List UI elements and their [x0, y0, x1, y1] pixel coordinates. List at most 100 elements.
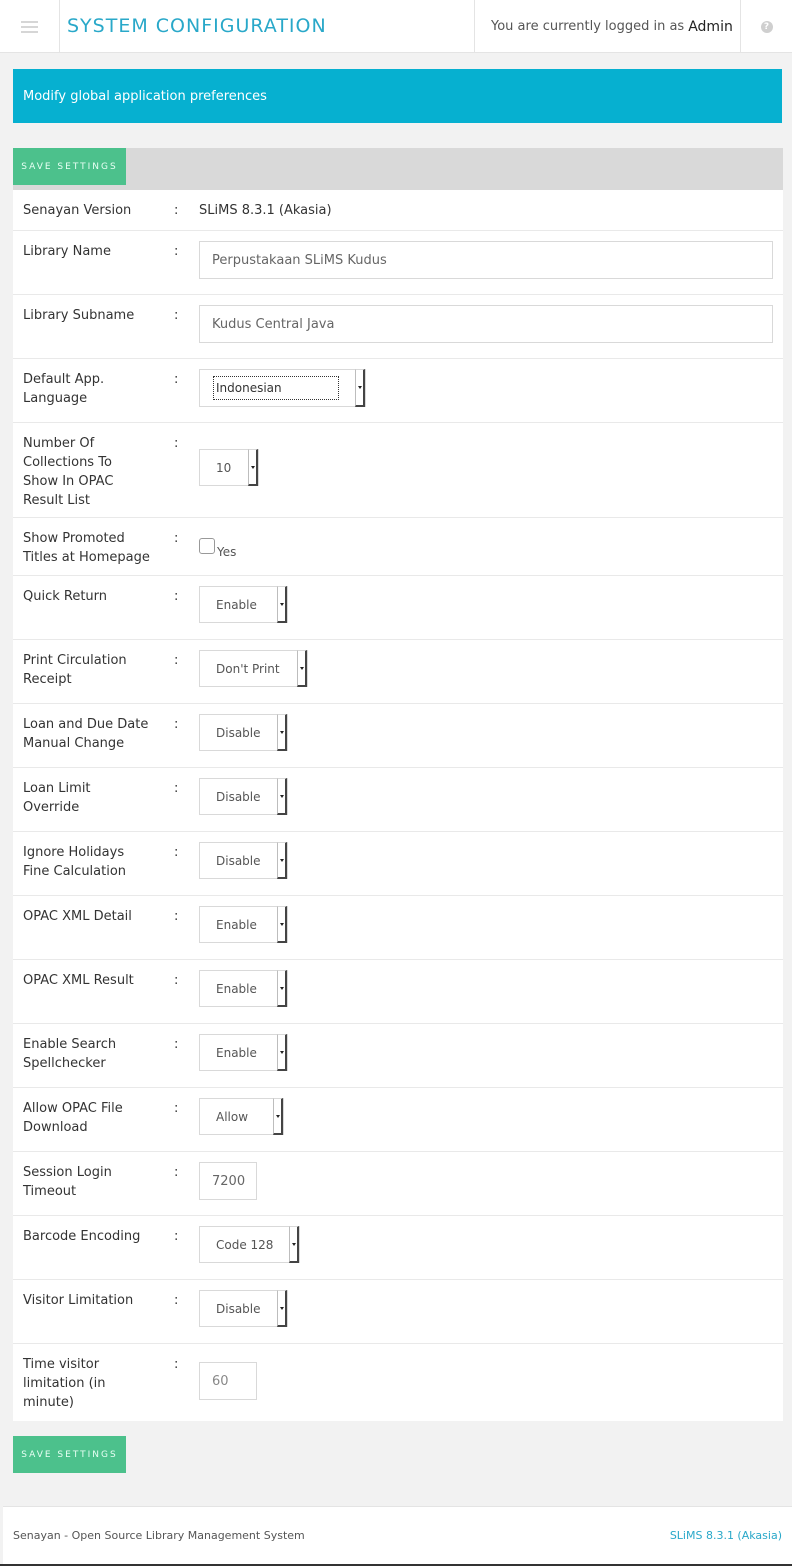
- login-status-text: You are currently logged in as: [491, 19, 685, 34]
- setting-row-print-receipt: Print Circulation Receipt : Don't Print: [13, 640, 783, 704]
- label-colon: :: [174, 845, 179, 860]
- action-toolbar: SAVE SETTINGS: [13, 148, 783, 190]
- login-status: You are currently logged in as Admin: [474, 0, 741, 53]
- setting-row-default-language: Default App. Language : Indonesian: [13, 359, 783, 423]
- label-colon: :: [174, 531, 179, 546]
- top-header: SYSTEM CONFIGURATION You are currently l…: [0, 0, 792, 53]
- setting-row-session-timeout: Session Login Timeout : 7200: [13, 1152, 783, 1216]
- select-value: Enable: [216, 597, 257, 612]
- setting-label: Quick Return: [23, 589, 108, 604]
- loan-date-change-select[interactable]: Disable: [199, 714, 288, 751]
- caret-down-icon: [273, 1098, 283, 1135]
- caret-down-icon: [289, 1226, 299, 1263]
- setting-row-visitor-limitation: Visitor Limitation : Disable: [13, 1280, 783, 1344]
- label-colon: :: [174, 203, 179, 218]
- caret-down-icon: [297, 650, 307, 687]
- setting-label: Visitor Limitation: [23, 1293, 134, 1308]
- label-colon: :: [174, 244, 179, 259]
- collections-count-select[interactable]: 10: [199, 449, 259, 486]
- setting-label: OPAC XML Detail: [23, 909, 132, 924]
- ignore-holidays-select[interactable]: Disable: [199, 842, 288, 879]
- setting-label: Ignore Holidays Fine Calculation: [23, 845, 127, 879]
- setting-label: Enable Search Spellchecker: [23, 1037, 117, 1071]
- setting-row-opac-xml-detail: OPAC XML Detail : Enable: [13, 896, 783, 960]
- select-value: Code 128: [216, 1237, 274, 1252]
- promoted-titles-checkbox[interactable]: [199, 538, 215, 554]
- setting-label: Loan and Due Date Manual Change: [23, 717, 149, 751]
- label-colon: :: [174, 308, 179, 323]
- footer-text: Senayan - Open Source Library Management…: [13, 1529, 305, 1542]
- select-value: Don't Print: [216, 661, 280, 676]
- setting-label: Library Name: [23, 244, 111, 259]
- library-subname-input[interactable]: Kudus Central Java: [199, 305, 773, 343]
- default-language-select[interactable]: Indonesian: [199, 369, 366, 407]
- setting-row-loan-limit-override: Loan Limit Override : Disable: [13, 768, 783, 832]
- help-button[interactable]: ?: [741, 0, 792, 53]
- setting-row-quick-return: Quick Return : Enable: [13, 576, 783, 640]
- settings-form: Senayan Version : SLiMS 8.3.1 (Akasia) L…: [13, 190, 783, 1421]
- label-colon: :: [174, 1357, 179, 1372]
- setting-label: Default App. Language: [23, 372, 105, 406]
- caret-down-icon: [277, 778, 287, 815]
- caret-down-icon: [277, 970, 287, 1007]
- setting-row-collections-count: Number Of Collections To Show In OPAC Re…: [13, 423, 783, 518]
- select-value: Allow: [216, 1109, 249, 1124]
- question-circle-icon: ?: [760, 20, 773, 33]
- label-colon: :: [174, 717, 179, 732]
- opac-file-download-select[interactable]: Allow: [199, 1098, 284, 1135]
- setting-label: Session Login Timeout: [23, 1165, 112, 1199]
- menu-toggle-button[interactable]: [0, 0, 60, 53]
- save-settings-button-top[interactable]: SAVE SETTINGS: [13, 148, 126, 185]
- label-colon: :: [174, 1101, 179, 1116]
- quick-return-select[interactable]: Enable: [199, 586, 288, 623]
- label-colon: :: [174, 781, 179, 796]
- label-colon: :: [174, 973, 179, 988]
- label-colon: :: [174, 1037, 179, 1052]
- setting-label: Show Promoted Titles at Homepage: [23, 531, 150, 565]
- label-colon: :: [174, 436, 179, 451]
- select-value: Disable: [216, 725, 261, 740]
- checkbox-label: Yes: [217, 545, 237, 559]
- footer-version-link[interactable]: SLiMS 8.3.1 (Akasia): [670, 1529, 782, 1542]
- select-value: 10: [216, 460, 232, 475]
- page-footer: Senayan - Open Source Library Management…: [3, 1506, 792, 1564]
- setting-row-library-name: Library Name : Perpustakaan SLiMS Kudus: [13, 231, 783, 295]
- select-value: Disable: [216, 1301, 261, 1316]
- session-timeout-input[interactable]: 7200: [199, 1162, 257, 1200]
- visitor-time-limit-input[interactable]: 60: [199, 1362, 257, 1400]
- setting-label: OPAC XML Result: [23, 973, 134, 988]
- setting-label: Library Subname: [23, 308, 135, 323]
- caret-down-icon: [277, 1034, 287, 1071]
- select-value: Disable: [216, 853, 261, 868]
- select-value: Indonesian: [213, 376, 339, 400]
- opac-xml-result-select[interactable]: Enable: [199, 970, 288, 1007]
- caret-down-icon: [277, 842, 287, 879]
- page-title: SYSTEM CONFIGURATION: [67, 15, 327, 37]
- setting-row-spellchecker: Enable Search Spellchecker : Enable: [13, 1024, 783, 1088]
- library-name-input[interactable]: Perpustakaan SLiMS Kudus: [199, 241, 773, 279]
- hamburger-menu-icon: [21, 20, 38, 33]
- setting-label: Print Circulation Receipt: [23, 653, 127, 687]
- setting-label: Time visitor limitation (in minute): [23, 1357, 106, 1410]
- label-colon: :: [174, 1165, 179, 1180]
- print-receipt-select[interactable]: Don't Print: [199, 650, 308, 687]
- setting-label: Barcode Encoding: [23, 1229, 141, 1244]
- label-colon: :: [174, 909, 179, 924]
- setting-row-opac-file-download: Allow OPAC File Download : Allow: [13, 1088, 783, 1152]
- select-value: Disable: [216, 789, 261, 804]
- promoted-titles-option[interactable]: Yes: [199, 538, 236, 559]
- save-settings-button-bottom[interactable]: SAVE SETTINGS: [13, 1436, 126, 1473]
- loan-limit-override-select[interactable]: Disable: [199, 778, 288, 815]
- visitor-limitation-select[interactable]: Disable: [199, 1290, 288, 1327]
- setting-row-barcode-encoding: Barcode Encoding : Code 128: [13, 1216, 783, 1280]
- label-colon: :: [174, 589, 179, 604]
- label-colon: :: [174, 1229, 179, 1244]
- spellchecker-select[interactable]: Enable: [199, 1034, 288, 1071]
- info-banner-text: Modify global application preferences: [23, 88, 267, 104]
- setting-label: Allow OPAC File Download: [23, 1101, 123, 1135]
- setting-label: Senayan Version: [23, 203, 132, 218]
- barcode-encoding-select[interactable]: Code 128: [199, 1226, 300, 1263]
- opac-xml-detail-select[interactable]: Enable: [199, 906, 288, 943]
- setting-row-promoted-titles: Show Promoted Titles at Homepage : Yes: [13, 518, 783, 576]
- setting-label: Number Of Collections To Show In OPAC Re…: [23, 436, 114, 508]
